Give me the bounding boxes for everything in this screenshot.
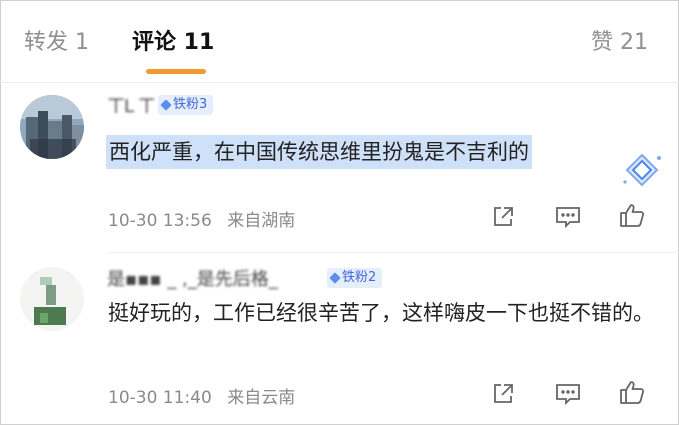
comment-separator bbox=[108, 252, 679, 253]
reply-icon[interactable] bbox=[554, 203, 582, 231]
diamond-icon bbox=[160, 99, 172, 111]
comment-location: 来自湖南 bbox=[227, 211, 296, 231]
fan-badge-label: 铁粉2 bbox=[342, 270, 377, 285]
share-icon[interactable] bbox=[489, 380, 517, 408]
tab-likes[interactable]: 赞 21 bbox=[591, 26, 648, 60]
fan-badge-label: 铁粉3 bbox=[173, 97, 208, 112]
avatar[interactable] bbox=[20, 267, 84, 331]
username[interactable]: 是▪▪▪ _ ,_是先后格_ bbox=[107, 265, 278, 291]
like-icon[interactable] bbox=[618, 201, 646, 229]
share-icon[interactable] bbox=[489, 203, 517, 231]
avatar[interactable] bbox=[20, 95, 84, 159]
tab-bar: 转发 1 评论 11 赞 21 bbox=[0, 0, 679, 80]
comment-location: 来自云南 bbox=[227, 388, 296, 408]
comment-meta: 10-30 13:56 来自湖南 bbox=[108, 206, 295, 231]
fan-badge: 铁粉3 bbox=[158, 95, 214, 115]
selection-handle-icon[interactable] bbox=[620, 152, 664, 188]
reply-icon[interactable] bbox=[554, 380, 582, 408]
comment-meta: 10-30 11:40 来自云南 bbox=[108, 383, 295, 408]
comment-time: 10-30 13:56 bbox=[108, 211, 212, 231]
tab-comments[interactable]: 评论 11 bbox=[132, 26, 214, 60]
fan-badge: 铁粉2 bbox=[327, 268, 383, 288]
active-tab-indicator bbox=[146, 69, 206, 74]
username[interactable]: ㄒL ㄒ bbox=[107, 92, 156, 118]
diamond-icon bbox=[329, 272, 341, 284]
comment-text[interactable]: 西化严重，在中国传统思维里扮鬼是不吉利的 bbox=[106, 135, 532, 169]
tab-divider bbox=[0, 82, 679, 83]
like-icon[interactable] bbox=[618, 378, 646, 406]
comment-text[interactable]: 挺好玩的，工作已经很辛苦了，这样嗨皮一下也挺不错的。 bbox=[108, 296, 658, 330]
tab-reposts[interactable]: 转发 1 bbox=[24, 26, 89, 60]
comment-time: 10-30 11:40 bbox=[108, 388, 212, 408]
